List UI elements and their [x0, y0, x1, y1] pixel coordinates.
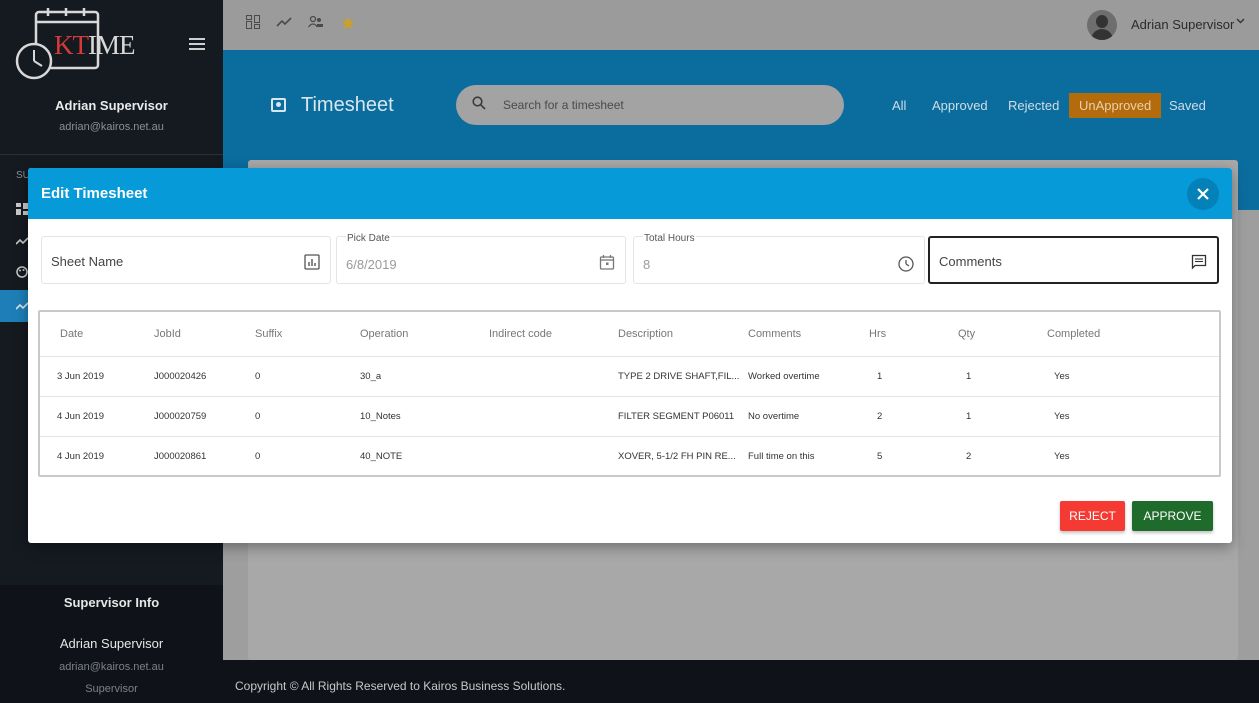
trend-icon[interactable]	[275, 15, 293, 33]
search-input[interactable]: Search for a timesheet	[456, 85, 844, 125]
total-hours-field[interactable]: Total Hours 8	[633, 233, 925, 284]
pick-date-field[interactable]: Pick Date 6/8/2019	[336, 233, 626, 284]
column-header[interactable]: Hrs	[869, 312, 886, 356]
cell-jobid: J000020426	[154, 371, 207, 382]
cell-description: FILTER SEGMENT P06011	[618, 411, 735, 422]
column-header[interactable]: Operation	[360, 312, 408, 356]
cell-description: XOVER, 5-1/2 FH PIN RE...	[618, 451, 736, 462]
cell-date: 4 Jun 2019	[57, 411, 105, 422]
cell-completed: Yes	[1054, 411, 1070, 422]
page-title: Timesheet	[301, 94, 394, 116]
column-header[interactable]: Date	[60, 312, 83, 356]
filter-unapproved[interactable]: UnApproved	[1069, 93, 1162, 118]
column-header[interactable]: Indirect code	[489, 312, 552, 356]
logo-area: KTIME	[0, 0, 223, 86]
column-header[interactable]: Description	[618, 312, 673, 356]
logo-text: KTIME	[54, 30, 135, 60]
column-header[interactable]: Qty	[958, 312, 975, 356]
filter-approved[interactable]: Approved	[932, 98, 988, 113]
pick-date-label: Pick Date	[346, 233, 391, 244]
hamburger-menu-icon[interactable]	[189, 38, 205, 50]
cell-qty: 1	[966, 371, 972, 382]
cell-qty: 2	[966, 451, 972, 462]
column-header[interactable]: Suffix	[255, 312, 282, 356]
clock-icon	[898, 256, 914, 272]
cell-comments: Worked overtime	[748, 371, 820, 382]
column-header[interactable]: Completed	[1047, 312, 1100, 356]
supervisor-info-panel: Supervisor Info Adrian Supervisor adrian…	[0, 585, 223, 703]
search-placeholder: Search for a timesheet	[503, 98, 624, 112]
column-header[interactable]: JobId	[154, 312, 181, 356]
supervisor-info-role: Supervisor	[85, 683, 138, 695]
sidebar-user-name: Adrian Supervisor	[55, 98, 168, 113]
sheet-name-field[interactable]: Sheet Name	[41, 236, 331, 284]
total-hours-label: Total Hours	[643, 233, 696, 244]
column-header[interactable]: Comments	[748, 312, 801, 356]
supervisor-info-name: Adrian Supervisor	[59, 636, 164, 651]
modal-header: Edit Timesheet	[28, 168, 1232, 219]
supervisor-info-email: adrian@kairos.net.au	[59, 661, 164, 673]
cell-jobid: J000020861	[154, 451, 207, 462]
sidebar-item-active[interactable]	[0, 290, 30, 322]
cell-hrs: 5	[877, 451, 883, 462]
timesheet-icon	[271, 98, 286, 112]
cell-operation: 30_a	[360, 371, 382, 382]
cell-completed: Yes	[1054, 371, 1070, 382]
avatar[interactable]	[1087, 10, 1117, 40]
star-icon[interactable]: ★	[339, 15, 357, 33]
approve-button[interactable]: APPROVE	[1132, 501, 1213, 531]
cell-comments: No overtime	[748, 411, 800, 422]
chart-icon	[304, 254, 320, 270]
table-row[interactable]: 3 Jun 2019 J000020426 0 30_a TYPE 2 DRIV…	[40, 357, 1219, 397]
cell-qty: 1	[966, 411, 972, 422]
cell-date: 3 Jun 2019	[57, 371, 105, 382]
cell-operation: 40_NOTE	[360, 451, 403, 462]
close-button[interactable]	[1187, 178, 1219, 210]
cell-jobid: J000020759	[154, 411, 207, 422]
chevron-down-icon[interactable]	[1236, 16, 1245, 28]
sheet-name-placeholder: Sheet Name	[51, 254, 124, 269]
cell-suffix: 0	[255, 451, 261, 462]
search-icon	[472, 96, 486, 110]
filter-all[interactable]: All	[892, 98, 906, 113]
reject-button[interactable]: REJECT	[1060, 501, 1125, 531]
table-row[interactable]: 4 Jun 2019 J000020759 0 10_Notes FILTER …	[40, 397, 1219, 437]
cell-hrs: 1	[877, 371, 883, 382]
cell-suffix: 0	[255, 411, 261, 422]
cell-hrs: 2	[877, 411, 883, 422]
timesheet-table: Date JobId Suffix Operation Indirect cod…	[38, 310, 1221, 477]
cell-suffix: 0	[255, 371, 261, 382]
trend-icon	[16, 302, 28, 310]
total-hours-value: 8	[643, 257, 651, 272]
comments-placeholder: Comments	[939, 254, 1002, 269]
users-icon[interactable]	[307, 15, 325, 33]
comments-field[interactable]: Comments	[928, 236, 1219, 284]
cell-description: TYPE 2 DRIVE SHAFT,FIL...	[618, 371, 740, 382]
calendar-icon	[599, 255, 615, 270]
footer: Copyright © All Rights Reserved to Kairo…	[223, 660, 1259, 703]
cell-date: 4 Jun 2019	[57, 451, 105, 462]
cell-completed: Yes	[1054, 451, 1070, 462]
filter-rejected[interactable]: Rejected	[1008, 98, 1059, 113]
filter-saved[interactable]: Saved	[1169, 98, 1206, 113]
edit-timesheet-modal: Edit Timesheet Sheet Name Pick Date 6/8/…	[28, 168, 1232, 543]
footer-copyright: Copyright © All Rights Reserved to Kairo…	[235, 679, 566, 693]
table-header-row: Date JobId Suffix Operation Indirect cod…	[40, 312, 1219, 357]
close-icon	[1197, 188, 1209, 200]
dashboard-icon[interactable]	[244, 15, 262, 33]
top-user-name[interactable]: Adrian Supervisor	[1131, 17, 1234, 32]
pick-date-value: 6/8/2019	[346, 257, 397, 272]
modal-title: Edit Timesheet	[41, 185, 148, 202]
cell-operation: 10_Notes	[360, 411, 401, 422]
supervisor-info-title: Supervisor Info	[63, 595, 160, 610]
comment-icon	[1191, 254, 1207, 270]
top-bar: ★ Adrian Supervisor	[223, 0, 1259, 50]
sidebar-user: Adrian Supervisor adrian@kairos.net.au	[0, 86, 223, 154]
sidebar-divider	[0, 154, 223, 155]
table-row[interactable]: 4 Jun 2019 J000020861 0 40_NOTE XOVER, 5…	[40, 437, 1219, 477]
cell-comments: Full time on this	[748, 451, 815, 462]
sidebar-user-email: adrian@kairos.net.au	[59, 121, 164, 133]
